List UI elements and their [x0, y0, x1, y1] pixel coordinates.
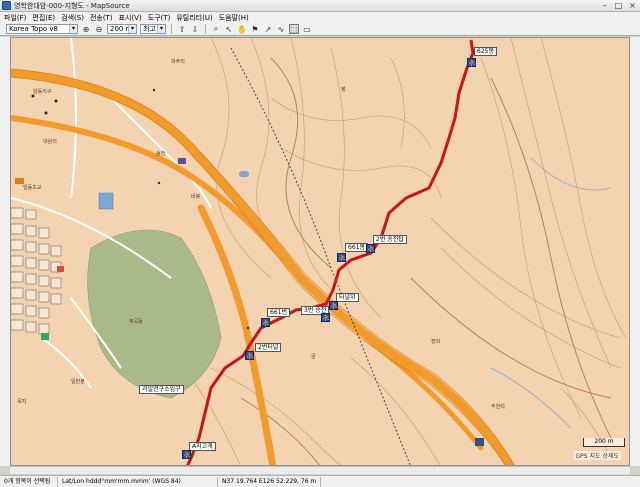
menu-edit[interactable]: 편집(E): [32, 13, 55, 23]
place-label: 주천리: [491, 404, 505, 410]
map-product-value: Korea Topo v8: [9, 25, 58, 33]
toolbar: Korea Topo v8 ▾ ⊕ ⊖ 200 m ▾ 최고 ▾ ⇪ ⇩ ⌕ ↖…: [0, 23, 640, 36]
maximize-button[interactable]: □: [613, 1, 624, 10]
window-controls: – □ ×: [599, 1, 638, 10]
hiker-waypoint-icon[interactable]: ⛹: [337, 253, 347, 262]
toolbar-separator: [171, 24, 172, 34]
menu-transfer[interactable]: 전송(T): [90, 13, 113, 23]
map-footer-note: GPS 지도 상세도: [573, 451, 621, 460]
detail-select[interactable]: 최고 ▾: [140, 24, 166, 34]
place-label: 부곡동: [129, 319, 143, 325]
waypoint-label-start[interactable]: A지고개: [189, 442, 216, 451]
hiker-waypoint-icon[interactable]: ⛹: [366, 244, 376, 253]
detail-value: 최고: [143, 25, 156, 33]
menu-help[interactable]: 도움말(H): [219, 13, 249, 23]
mapsource-window: 영학한대암-000-지형도 - MapSource – □ × 파일(F) 편집…: [0, 0, 640, 487]
hiker-waypoint-icon[interactable]: ⛹: [261, 318, 271, 327]
minimize-button[interactable]: –: [599, 1, 610, 10]
right-panel-edge: [630, 37, 640, 466]
map-view[interactable]: 625봉 ⛹ 661봉 2번 송전탑 ⛹ ⛹ 터널위 ⛹ 661번 3번 송전 …: [10, 37, 630, 466]
place-label: 비봉: [191, 194, 201, 200]
place-label: 송전: [156, 151, 166, 157]
hand-tool-icon[interactable]: ✋: [237, 24, 247, 34]
place-label: 일반분: [71, 379, 85, 385]
menu-utilities[interactable]: 유틸리티(U): [176, 13, 212, 23]
hiker-waypoint-icon[interactable]: ⛹: [321, 313, 331, 322]
menu-bar: 파일(F) 편집(E) 검색(S) 전송(T) 표시(V) 도구(T) 유틸리티…: [0, 12, 640, 23]
water-pond: [98, 192, 114, 210]
hiker-waypoint-icon[interactable]: ⛹: [329, 301, 339, 310]
zoom-out-icon[interactable]: ⊖: [94, 24, 104, 34]
gps-track[interactable]: [186, 39, 475, 466]
topographic-map: [11, 38, 627, 466]
place-label: 목지: [17, 399, 27, 405]
title-bar: 영학한대암-000-지형도 - MapSource – □ ×: [0, 0, 640, 12]
toolbar-separator: [205, 24, 206, 34]
zoom-in-icon[interactable]: ⊕: [81, 24, 91, 34]
hiker-waypoint-icon[interactable]: ⛹: [245, 351, 255, 360]
chevron-down-icon: ▾: [157, 25, 165, 33]
urban-blocks: [11, 207, 62, 335]
status-bar: 0개 항목이 선택됨 Lat/Lon hddd°mm'mm.mmm' (WGS …: [0, 475, 640, 487]
place-label: 파주리: [171, 59, 185, 65]
place-label: 대원리: [43, 139, 57, 145]
poi-label-fruit-institute[interactable]: 과일연구소입구: [139, 385, 184, 394]
place-label-school: 일동초교: [23, 185, 42, 191]
map-product-select[interactable]: Korea Topo v8 ▾: [6, 24, 78, 34]
selection-tool-icon[interactable]: ↖: [224, 24, 234, 34]
mapsource-app-icon: [2, 1, 11, 10]
receive-from-device-icon[interactable]: ⇩: [190, 24, 200, 34]
waypoint-tool-icon[interactable]: ⚑: [250, 24, 260, 34]
route-tool-icon[interactable]: ↗: [263, 24, 273, 34]
menu-find[interactable]: 검색(S): [61, 13, 84, 23]
zoom-tool-icon[interactable]: ⌕: [211, 24, 221, 34]
track-tool-icon[interactable]: ∿: [276, 24, 286, 34]
waypoint-label-tower-2[interactable]: 2번 송전탑: [373, 235, 407, 244]
close-button[interactable]: ×: [627, 1, 638, 10]
horizontal-scrollbar[interactable]: [10, 466, 630, 474]
map-select-tool-icon[interactable]: ⬚: [289, 24, 299, 34]
forest-area: [87, 229, 222, 399]
waypoint-label-661[interactable]: 661봉: [345, 243, 368, 252]
waypoint-label-tunnel-2[interactable]: 2번터널: [255, 343, 282, 352]
waypoint-label-tunnel[interactable]: 터널위: [336, 293, 359, 302]
status-selection: 0개 항목이 선택됨: [0, 476, 58, 487]
place-label: 양동지구: [33, 89, 52, 95]
send-to-device-icon[interactable]: ⇪: [177, 24, 187, 34]
window-title: 영학한대암-000-지형도 - MapSource: [14, 1, 130, 10]
highways: [11, 68, 516, 465]
waypoint-label-661-no[interactable]: 661번: [267, 308, 290, 317]
place-label: 장외: [431, 339, 441, 345]
contour-lines: [160, 38, 627, 465]
zoom-level-select[interactable]: 200 m ▾: [107, 24, 137, 34]
status-coordinate-format: Lat/Lon hddd°mm'mm.mmm' (WGS 84): [58, 476, 218, 487]
status-cursor-position: N37 19.764 E126 52.229, 76 m: [218, 476, 322, 487]
index-contours: [240, 57, 612, 465]
menu-tools[interactable]: 도구(T): [148, 13, 171, 23]
place-label: 골: [311, 354, 316, 360]
map-scale-bar: 200 m: [583, 438, 625, 447]
place-label: 봉: [341, 87, 346, 93]
water-small-pond: [239, 171, 249, 177]
left-panel-edge: [0, 37, 10, 466]
chevron-down-icon: ▾: [69, 25, 77, 33]
menu-file[interactable]: 파일(F): [4, 13, 26, 23]
chevron-down-icon: ▾: [128, 25, 136, 33]
hiker-waypoint-icon[interactable]: ⛹: [182, 450, 192, 459]
measure-tool-icon[interactable]: ▭: [302, 24, 312, 34]
menu-view[interactable]: 표시(V): [119, 13, 142, 23]
hiker-waypoint-icon[interactable]: ⛹: [467, 58, 477, 67]
waypoint-label-summit[interactable]: 625봉: [474, 47, 497, 56]
